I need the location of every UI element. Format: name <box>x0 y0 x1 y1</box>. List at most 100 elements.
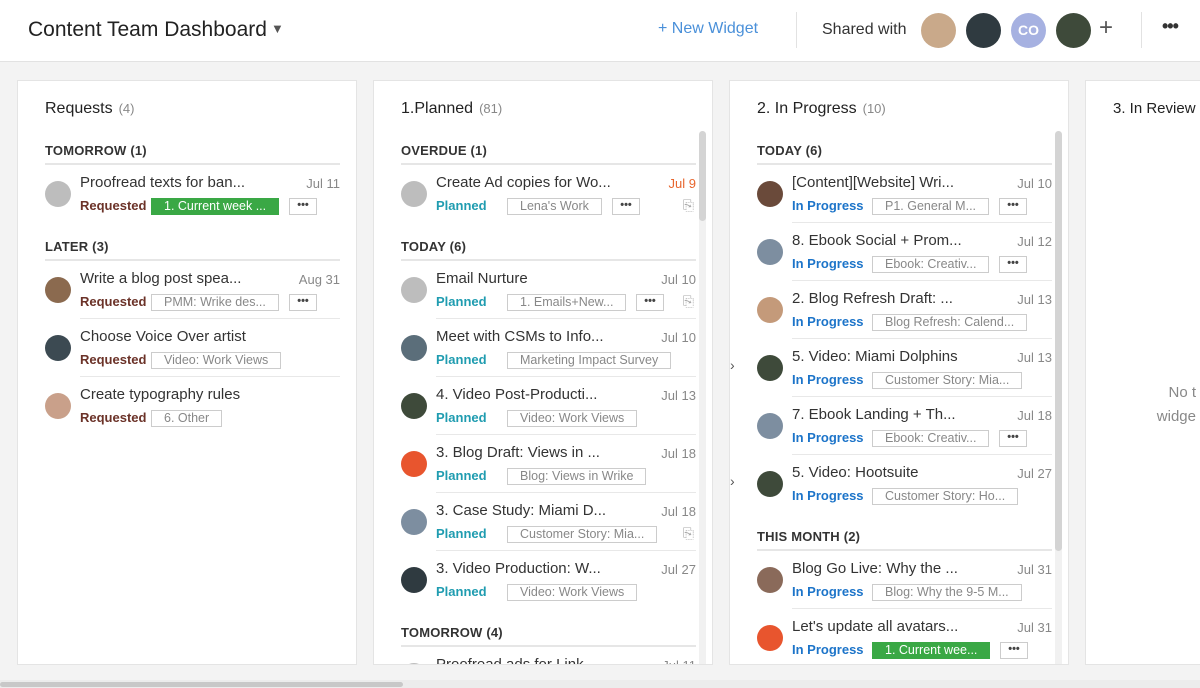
scrollbar-thumb[interactable] <box>699 131 706 221</box>
task-date: Jul 13 <box>1017 292 1052 307</box>
folder-tag[interactable]: Blog: Views in Wrike <box>507 468 647 485</box>
avatar <box>45 181 71 207</box>
chevron-right-icon[interactable]: › <box>730 357 735 373</box>
avatar[interactable] <box>966 13 1001 48</box>
task-title[interactable]: 7. Ebook Landing + Th... <box>792 406 956 423</box>
task-title[interactable]: 3. Blog Draft: Views in ... <box>436 444 600 461</box>
task-title[interactable]: 5. Video: Hootsuite <box>792 464 918 481</box>
folder-tag[interactable]: 6. Other <box>151 410 223 427</box>
folder-tag[interactable]: P1. General M... <box>872 198 990 215</box>
avatar <box>757 471 783 497</box>
task-title[interactable]: 2. Blog Refresh Draft: ... <box>792 290 953 307</box>
task-title[interactable]: Create typography rules <box>80 386 240 403</box>
avatar[interactable] <box>1056 13 1091 48</box>
task-row[interactable]: 2. Blog Refresh Draft: ... Jul 13 In Progr… <box>757 281 1052 339</box>
task-row[interactable]: 8. Ebook Social + Prom... Jul 12 In Progre… <box>757 223 1052 281</box>
folder-tag[interactable]: Marketing Impact Survey <box>507 352 672 369</box>
widget-count: (4) <box>118 101 135 116</box>
task-row[interactable]: Blog Go Live: Why the ... Jul 31 In Progre… <box>757 551 1052 609</box>
avatar <box>401 451 427 477</box>
task-row[interactable]: Create Ad copies for Wo... Jul 9 Planned Le… <box>401 165 696 223</box>
task-row[interactable]: Proofread texts for ban... Jul 11 Requeste… <box>45 165 340 223</box>
task-title[interactable]: Proofread texts for ban... <box>80 174 245 191</box>
task-status: In Progress <box>792 198 864 213</box>
widget-title-text: 2. In Progress <box>757 100 857 117</box>
task-row[interactable]: 4. Video Post-Producti... Jul 13 Planned Vi… <box>401 377 696 435</box>
section-header: LATER (3) <box>45 237 340 261</box>
more-options-button[interactable]: ••• <box>1162 16 1179 37</box>
more-button[interactable]: ••• <box>289 294 317 311</box>
task-row[interactable]: › 5. Video: Miami Dolphins Jul 13 In Progre… <box>730 339 1052 397</box>
dashboard-title-dropdown[interactable]: Content Team Dashboard ▼ <box>28 18 284 42</box>
task-row[interactable]: › 5. Video: Hootsuite Jul 27 In Progress Cus… <box>730 455 1052 513</box>
vertical-scrollbar[interactable] <box>699 131 706 664</box>
task-title[interactable]: 5. Video: Miami Dolphins <box>792 348 958 365</box>
task-title[interactable]: 3. Video Production: W... <box>436 560 601 577</box>
chevron-right-icon[interactable]: › <box>730 473 735 489</box>
task-title[interactable]: Let's update all avatars... <box>792 618 958 635</box>
folder-tag[interactable]: Blog Refresh: Calend... <box>872 314 1028 331</box>
avatar <box>401 277 427 303</box>
more-button[interactable]: ••• <box>999 430 1027 447</box>
more-button[interactable]: ••• <box>999 256 1027 273</box>
task-row[interactable]: [Content][Website] Wri... Jul 10 In Progre… <box>757 165 1052 223</box>
folder-tag[interactable]: PMM: Wrike des... <box>151 294 279 311</box>
avatar-initials[interactable]: CO <box>1011 13 1046 48</box>
folder-tag[interactable]: 1. Emails+New... <box>507 294 627 311</box>
task-row[interactable]: Let's update all avatars... Jul 31 In Prog… <box>757 609 1052 664</box>
horizontal-scrollbar[interactable] <box>0 680 1200 688</box>
folder-tag[interactable]: Blog: Why the 9-5 M... <box>872 584 1022 601</box>
more-button[interactable]: ••• <box>612 198 640 215</box>
more-button[interactable]: ••• <box>999 198 1027 215</box>
task-row[interactable]: 3. Video Production: W... Jul 27 Planned Vi… <box>401 551 696 609</box>
task-title[interactable]: Email Nurture <box>436 270 528 287</box>
folder-tag[interactable]: Ebook: Creativ... <box>872 430 990 447</box>
task-title[interactable]: Meet with CSMs to Info... <box>436 328 604 345</box>
folder-tag[interactable]: Customer Story: Mia... <box>507 526 658 543</box>
folder-tag[interactable]: Ebook: Creativ... <box>872 256 990 273</box>
task-title[interactable]: Blog Go Live: Why the ... <box>792 560 958 577</box>
more-button[interactable]: ••• <box>1000 642 1028 659</box>
folder-tag[interactable]: Video: Work Views <box>151 352 282 369</box>
task-title[interactable]: Choose Voice Over artist <box>80 328 246 345</box>
folder-tag[interactable]: Customer Story: Ho... <box>872 488 1019 505</box>
task-row[interactable]: 7. Ebook Landing + Th... Jul 18 In Progres… <box>757 397 1052 455</box>
task-title[interactable]: 4. Video Post-Producti... <box>436 386 597 403</box>
task-title[interactable]: Proofread ads for Link... <box>436 656 596 664</box>
task-row[interactable]: Proofread ads for Link...Jul 11Planned <box>401 647 696 664</box>
task-title[interactable]: 8. Ebook Social + Prom... <box>792 232 962 249</box>
task-title[interactable]: 3. Case Study: Miami D... <box>436 502 606 519</box>
widget-title[interactable]: 3. In Review <box>1113 100 1196 117</box>
task-title[interactable]: [Content][Website] Wri... <box>792 174 954 191</box>
folder-tag[interactable]: 1. Current week ... <box>151 198 280 215</box>
more-button[interactable]: ••• <box>289 198 317 215</box>
more-button[interactable]: ••• <box>636 294 664 311</box>
scrollbar-thumb[interactable] <box>1055 131 1062 551</box>
task-title[interactable]: Create Ad copies for Wo... <box>436 174 611 191</box>
widget--in-review: 3. In Review No t widge <box>1085 80 1200 665</box>
widget-title[interactable]: Requests (4) <box>45 100 134 118</box>
task-row[interactable]: 3. Case Study: Miami D... Jul 18 Planned Cu… <box>401 493 696 551</box>
task-row[interactable]: Choose Voice Over artist Requested Video: … <box>45 319 340 377</box>
task-row[interactable]: Create typography rules Requested 6. Other <box>45 377 340 435</box>
vertical-scrollbar[interactable] <box>1055 131 1062 664</box>
task-row[interactable]: Email Nurture Jul 10 Planned 1. Emails+New.… <box>401 261 696 319</box>
widget-title[interactable]: 2. In Progress (10) <box>757 100 886 118</box>
folder-tag[interactable]: 1. Current wee... <box>872 642 991 659</box>
task-title[interactable]: Write a blog post spea... <box>80 270 241 287</box>
folder-tag[interactable]: Video: Work Views <box>507 584 638 601</box>
task-date: Jul 13 <box>661 388 696 403</box>
scrollbar-thumb[interactable] <box>0 682 403 687</box>
task-row[interactable]: Write a blog post spea... Aug 31 Requested… <box>45 261 340 319</box>
task-row[interactable]: 3. Blog Draft: Views in ... Jul 18 Planned… <box>401 435 696 493</box>
new-widget-button[interactable]: + New Widget <box>658 20 758 38</box>
add-share-button[interactable]: + <box>1099 14 1113 42</box>
task-status: Requested <box>80 198 147 213</box>
folder-tag[interactable]: Video: Work Views <box>507 410 638 427</box>
avatar[interactable] <box>921 13 956 48</box>
widget-title[interactable]: 1.Planned (81) <box>401 100 502 118</box>
task-row[interactable]: Meet with CSMs to Info... Jul 10 Planned Ma… <box>401 319 696 377</box>
task-date: Jul 31 <box>1017 562 1052 577</box>
folder-tag[interactable]: Lena's Work <box>507 198 602 215</box>
folder-tag[interactable]: Customer Story: Mia... <box>872 372 1023 389</box>
